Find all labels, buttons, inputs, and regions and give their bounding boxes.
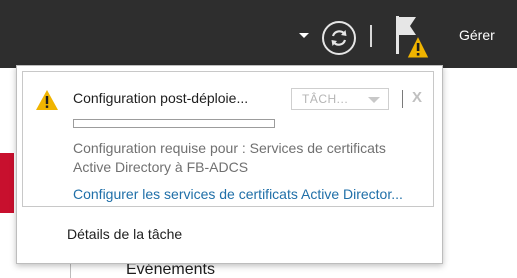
configure-adcs-link[interactable]: Configurer les services de certificats A…	[73, 186, 403, 202]
flag-warning-icon	[396, 16, 430, 59]
refresh-button[interactable]	[322, 21, 356, 55]
description-line-2: Active Directory à FB-ADCS	[73, 159, 249, 175]
role-tile-accent	[0, 153, 14, 213]
close-icon[interactable]: X	[412, 89, 422, 106]
description-line-1: Configuration requise pour : Services de…	[73, 140, 386, 156]
dropdown-arrow-icon[interactable]	[299, 33, 309, 38]
notifications-popup: Configuration post-déploie... TÂCH... X …	[16, 65, 443, 264]
toolbar-separator	[370, 25, 372, 47]
toolbar: Gérer	[0, 0, 517, 68]
notification-card: Configuration post-déploie... TÂCH... X …	[22, 71, 434, 207]
warning-icon	[36, 90, 58, 110]
refresh-icon	[331, 30, 347, 46]
notification-description: Configuration requise pour : Services de…	[73, 139, 423, 177]
notification-title: Configuration post-déploie...	[73, 90, 249, 106]
card-separator	[402, 90, 403, 108]
tile-border	[70, 262, 71, 278]
server-manager-window: Gérer Événements Configuration post-dépl…	[0, 0, 517, 278]
task-details-link[interactable]: Détails de la tâche	[67, 226, 182, 242]
manage-menu[interactable]: Gérer	[459, 27, 495, 43]
chevron-down-icon	[368, 97, 380, 103]
progress-bar	[73, 119, 275, 128]
notifications-flag-button[interactable]	[394, 14, 438, 62]
task-dropdown[interactable]: TÂCH...	[291, 88, 389, 110]
task-dropdown-label: TÂCH...	[302, 92, 349, 106]
